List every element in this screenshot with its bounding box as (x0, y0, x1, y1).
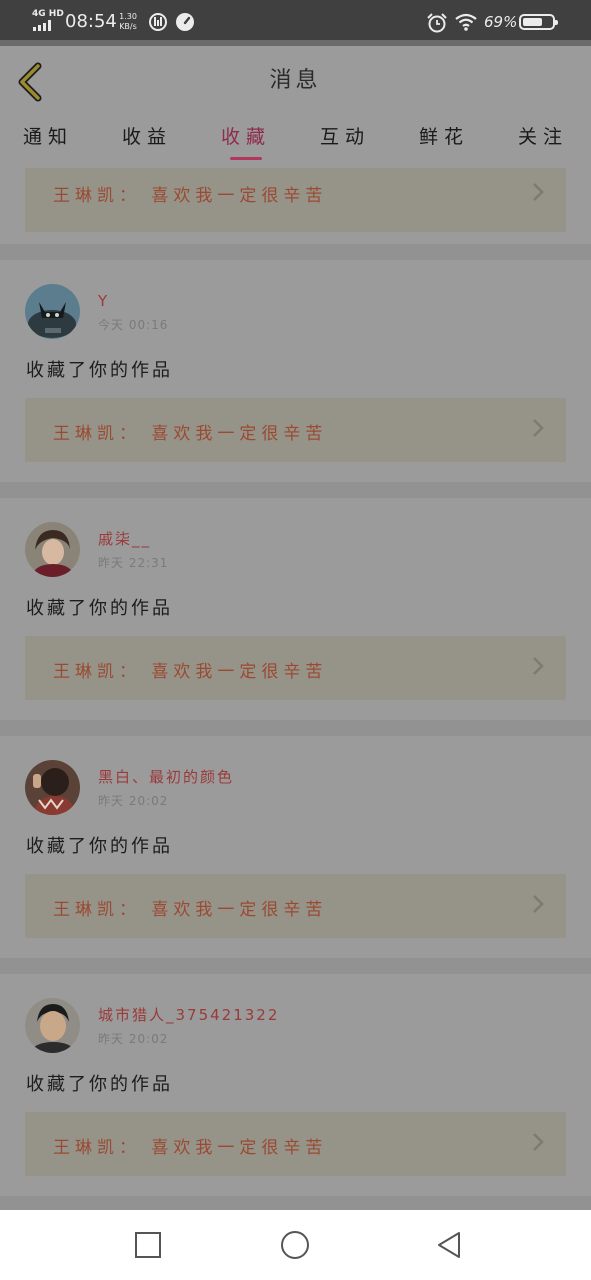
notification-card: 城市猎人_375421322 昨天 20:02 收藏了你的作品 王琳凯： 喜欢我… (0, 974, 591, 1196)
notification-card: 戚柒__ 昨天 22:31 收藏了你的作品 王琳凯： 喜欢我一定很辛苦 (0, 498, 591, 720)
work-title: 王琳凯： 喜欢我一定很辛苦 (53, 424, 328, 444)
user-avatar[interactable] (25, 284, 80, 339)
timestamp: 昨天 20:02 (98, 1032, 169, 1046)
work-link[interactable]: 王琳凯： 喜欢我一定很辛苦 (25, 1112, 566, 1176)
battery-percentage: 69% (484, 13, 518, 31)
section-divider (0, 244, 591, 260)
work-title: 王琳凯： 喜欢我一定很辛苦 (53, 1138, 328, 1158)
work-link[interactable]: 王琳凯： 喜欢我一定很辛苦 (25, 636, 566, 700)
section-divider (0, 720, 591, 736)
section-divider (0, 1196, 591, 1210)
username[interactable]: 城市猎人_375421322 (98, 1004, 279, 1025)
alarm-icon (427, 13, 447, 33)
tab-flowers[interactable]: 鲜花 (399, 120, 489, 154)
page-title: 消息 (269, 68, 322, 93)
tab-interactions[interactable]: 互动 (300, 120, 390, 154)
status-bar: 4G HD 08:54 1.30 KB/s 69% (0, 0, 591, 40)
clock: 08:54 (65, 11, 117, 32)
work-title: 王琳凯： 喜欢我一定很辛苦 (53, 186, 328, 206)
notification-card: 黑白、最初的颜色 昨天 20:02 收藏了你的作品 王琳凯： 喜欢我一定很辛苦 (0, 736, 591, 958)
user-avatar[interactable] (25, 998, 80, 1053)
work-title: 王琳凯： 喜欢我一定很辛苦 (53, 662, 328, 682)
timestamp: 今天 00:16 (98, 318, 169, 332)
signal-icon (33, 20, 57, 31)
battery-level (523, 18, 542, 26)
username[interactable]: 戚柒__ (98, 528, 151, 549)
speedometer-icon (176, 13, 194, 31)
timestamp: 昨天 20:02 (98, 794, 169, 808)
action-text: 收藏了你的作品 (26, 836, 173, 857)
network-type: 4G HD (32, 9, 64, 19)
home-icon (281, 1231, 309, 1259)
work-link[interactable]: 王琳凯： 喜欢我一定很辛苦 (25, 168, 566, 232)
chevron-right-icon (533, 419, 544, 437)
back-icon (438, 1232, 460, 1258)
active-tab-indicator (230, 157, 262, 160)
chevron-right-icon (533, 183, 544, 201)
user-avatar[interactable] (25, 760, 80, 815)
header-shadow (0, 40, 591, 46)
work-link[interactable]: 王琳凯： 喜欢我一定很辛苦 (25, 398, 566, 462)
tab-follows[interactable]: 关注 (498, 120, 588, 154)
work-title: 王琳凯： 喜欢我一定很辛苦 (53, 900, 328, 920)
chevron-right-icon (533, 1133, 544, 1151)
wifi-icon (455, 13, 477, 31)
user-avatar[interactable] (25, 522, 80, 577)
chevron-right-icon (533, 895, 544, 913)
tab-earnings[interactable]: 收益 (102, 120, 192, 154)
favorites-list[interactable]: 王琳凯： 喜欢我一定很辛苦 Y 今天 00:16 收藏了你的作品 王琳凯： 喜欢… (0, 166, 591, 1210)
back-nav-button[interactable] (434, 1230, 464, 1260)
work-link[interactable]: 王琳凯： 喜欢我一定很辛苦 (25, 874, 566, 938)
system-nav-bar (0, 1210, 591, 1280)
section-divider (0, 958, 591, 974)
username[interactable]: 黑白、最初的颜色 (98, 766, 234, 787)
notification-card: Y 今天 00:16 收藏了你的作品 王琳凯： 喜欢我一定很辛苦 (0, 260, 591, 482)
network-speed: 1.30 KB/s (119, 12, 137, 31)
recent-apps-icon (135, 1232, 161, 1258)
action-text: 收藏了你的作品 (26, 360, 173, 381)
tab-notifications[interactable]: 通知 (3, 120, 93, 154)
action-text: 收藏了你的作品 (26, 1074, 173, 1095)
section-divider (0, 482, 591, 498)
recent-apps-button[interactable] (133, 1230, 163, 1260)
home-button[interactable] (280, 1230, 310, 1260)
timestamp: 昨天 22:31 (98, 556, 169, 570)
battery-icon (519, 14, 558, 30)
tab-favorites[interactable]: 收藏 (201, 120, 291, 154)
data-saver-icon (149, 13, 167, 31)
username[interactable]: Y (98, 292, 109, 310)
action-text: 收藏了你的作品 (26, 598, 173, 619)
chevron-right-icon (533, 657, 544, 675)
tab-bar: 通知 收益 收藏 互动 鲜花 关注 (0, 120, 591, 162)
